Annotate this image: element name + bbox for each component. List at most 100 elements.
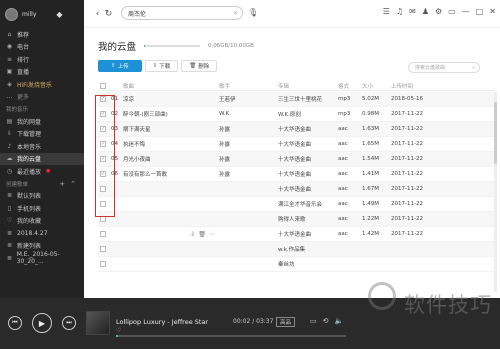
- header-singer[interactable]: 歌手: [219, 82, 278, 90]
- maximize-icon[interactable]: □: [476, 7, 484, 16]
- quality-badge[interactable]: 高品: [276, 317, 296, 327]
- search-input[interactable]: 周杰伦 ✕: [121, 6, 243, 20]
- heart-icon[interactable]: ♡: [116, 327, 121, 334]
- song-name[interactable]: 执迷不悔: [123, 140, 219, 148]
- scrollbar[interactable]: [494, 92, 497, 292]
- headphones-icon[interactable]: ♫: [396, 7, 403, 16]
- table-row[interactable]: 满江全才华音乐会 aac 1.49M 2017-11-22: [98, 197, 494, 212]
- cloud-search-input[interactable]: 搜索云盘歌曲 ⌕: [408, 62, 480, 73]
- table-row[interactable]: 购得人来歌 aac 1.22M 2017-11-22: [98, 212, 494, 227]
- loop-icon[interactable]: ⟲: [323, 317, 329, 325]
- upload-button[interactable]: ⇧ 上传: [98, 60, 142, 72]
- sidebar-item-nav-0[interactable]: ⌂ 推荐: [0, 28, 84, 41]
- download-button[interactable]: ⇩ 下载: [144, 60, 179, 72]
- close-icon[interactable]: ✕: [489, 7, 496, 16]
- play-icon[interactable]: ▶: [32, 313, 52, 333]
- table-row[interactable]: ✓ 03 摘下满天星 孙露 十大华语金曲 aac 1.63M 2017-11-22: [98, 122, 494, 137]
- table-row[interactable]: 秦丝坊: [98, 257, 494, 272]
- previous-icon[interactable]: ⏮: [8, 316, 22, 330]
- sidebar-item-nav-5[interactable]: … 更多: [0, 91, 84, 104]
- header-album[interactable]: 专辑: [278, 82, 338, 90]
- delete-button[interactable]: 🗑 删除: [181, 60, 218, 72]
- wifi-icon[interactable]: ◆: [56, 10, 62, 19]
- header-format[interactable]: 格式: [338, 82, 362, 90]
- song-album[interactable]: 满江全才华音乐会: [278, 200, 338, 208]
- sidebar-item-my-4[interactable]: ◷ 最近播放 ●: [0, 165, 84, 178]
- table-row[interactable]: ✓ 06 有没有那么一首歌 孙露 十大华语金曲 aac 1.41M 2017-11-22: [98, 167, 494, 182]
- message-icon[interactable]: ✉: [409, 7, 416, 16]
- song-singer[interactable]: W.K.: [219, 111, 278, 117]
- sidebar-item-my-1[interactable]: ⇩ 下载管理: [0, 128, 84, 141]
- header-name[interactable]: 歌曲: [123, 82, 219, 90]
- trash-icon[interactable]: 🗑: [198, 231, 206, 238]
- table-row[interactable]: ✓ 05 月光小夜曲 孙露 十大华语金曲 aac 1.54M 2017-11-22: [98, 152, 494, 167]
- sidebar-item-playlist-2[interactable]: ♡ 我的收藏: [0, 215, 84, 228]
- sidebar-item-my-0[interactable]: ▤ 我的网盘: [0, 115, 84, 128]
- table-row[interactable]: w.k.作品集: [98, 242, 494, 257]
- skin-icon[interactable]: ☰: [383, 7, 390, 16]
- mini-mode-icon[interactable]: ▭: [448, 7, 456, 16]
- header-size[interactable]: 大小: [362, 82, 391, 90]
- song-album[interactable]: 十大华语金曲: [278, 170, 338, 178]
- song-name[interactable]: 月光小夜曲: [123, 155, 219, 163]
- microphone-icon[interactable]: 🎙: [248, 8, 258, 17]
- sidebar-item-playlist-0[interactable]: ≣ 默认列表: [0, 190, 84, 203]
- row-checkbox[interactable]: [100, 261, 106, 267]
- table-row[interactable]: ✓ 01 凉凉 王若伊 三生三世十里桃花 mp3 5.02M 2018-05-16: [98, 92, 494, 107]
- sidebar-item-playlist-1[interactable]: ▯ 手机列表: [0, 202, 84, 215]
- table-row[interactable]: 十大华语金曲 aac 1.67M 2017-11-22: [98, 182, 494, 197]
- sidebar-item-playlist-3[interactable]: ≣ 2018.4.27: [0, 227, 84, 240]
- song-singer[interactable]: 孙露: [219, 170, 278, 178]
- back-icon[interactable]: ‹: [92, 9, 103, 19]
- song-name[interactable]: 凉凉: [123, 95, 219, 103]
- avatar[interactable]: [5, 7, 18, 21]
- song-album[interactable]: 十大华语金曲: [278, 185, 338, 193]
- row-checkbox[interactable]: [100, 231, 106, 237]
- minimize-icon[interactable]: —: [462, 7, 470, 16]
- sidebar-item-my-3[interactable]: ☁ 我的云盘: [0, 152, 84, 165]
- song-album[interactable]: 十大华语金曲: [278, 230, 338, 238]
- shirt-icon[interactable]: ♟: [422, 7, 429, 16]
- table-row[interactable]: ✓ 04 执迷不悔 孙露 十大华语金曲 aac 1.65M 2017-11-22: [98, 137, 494, 152]
- sidebar-item-nav-4[interactable]: ◈ HiFi发烧音乐: [0, 78, 84, 91]
- sidebar-item-playlist-4[interactable]: ≣ 新建列表: [0, 240, 84, 253]
- song-singer[interactable]: 孙露: [219, 155, 278, 163]
- song-singer[interactable]: 王若伊: [219, 95, 278, 103]
- song-album[interactable]: 三生三世十里桃花: [278, 95, 338, 103]
- sidebar-item-nav-3[interactable]: ▣ 直播: [0, 66, 84, 79]
- gear-icon[interactable]: ⚙: [435, 7, 442, 16]
- sidebar-item-nav-1[interactable]: ◉ 电台: [0, 41, 84, 54]
- row-checkbox[interactable]: [100, 246, 106, 252]
- clear-icon[interactable]: ✕: [233, 10, 238, 17]
- song-album[interactable]: W.K.原创: [278, 110, 338, 118]
- lyrics-icon[interactable]: ▭: [310, 317, 317, 325]
- header-date[interactable]: 上传时间: [391, 82, 441, 90]
- song-album[interactable]: 十大华语金曲: [278, 140, 338, 148]
- download-icon[interactable]: ⇩: [190, 231, 195, 238]
- sidebar-item-playlist-5[interactable]: ≣ M.E._2016-05-30_20_...: [0, 251, 84, 265]
- song-album[interactable]: 购得人来歌: [278, 215, 338, 223]
- add-playlist-icon[interactable]: +: [59, 180, 65, 188]
- song-name[interactable]: ⇩ 🗑 ⋯: [123, 231, 219, 238]
- song-singer[interactable]: 孙露: [219, 140, 278, 148]
- next-icon[interactable]: ⏭: [62, 316, 76, 330]
- song-title[interactable]: Lollipop Luxury - Jeffree Star: [116, 318, 208, 326]
- song-name[interactable]: 摘下满天星: [123, 125, 219, 133]
- song-name[interactable]: 有没有那么一首歌: [123, 170, 219, 178]
- song-album[interactable]: w.k.作品集: [278, 245, 338, 253]
- sidebar-item-my-2[interactable]: ♪ 本地音乐: [0, 140, 84, 153]
- progress-bar[interactable]: [116, 335, 346, 337]
- volume-icon[interactable]: 🔈: [335, 317, 344, 325]
- sidebar-item-nav-2[interactable]: ≡ 排行: [0, 53, 84, 66]
- song-album[interactable]: 十大华语金曲: [278, 155, 338, 163]
- song-name[interactable]: 醉今朝-(剧三部曲): [123, 110, 219, 118]
- table-row[interactable]: ⇩ 🗑 ⋯ 十大华语金曲 aac 1.42M 2017-11-22: [98, 227, 494, 242]
- album-art[interactable]: [86, 311, 110, 335]
- refresh-icon[interactable]: ↻: [103, 9, 114, 19]
- select-all-checkbox[interactable]: [100, 82, 106, 89]
- song-album[interactable]: 秦丝坊: [278, 260, 338, 268]
- collapse-icon[interactable]: ⌃: [70, 180, 76, 188]
- table-row[interactable]: ✓ 02 醉今朝-(剧三部曲) W.K. W.K.原创 mp3 0.98M 2017-11-2…: [98, 107, 494, 122]
- more-icon[interactable]: ⋯: [209, 231, 215, 238]
- username[interactable]: milly: [22, 11, 36, 18]
